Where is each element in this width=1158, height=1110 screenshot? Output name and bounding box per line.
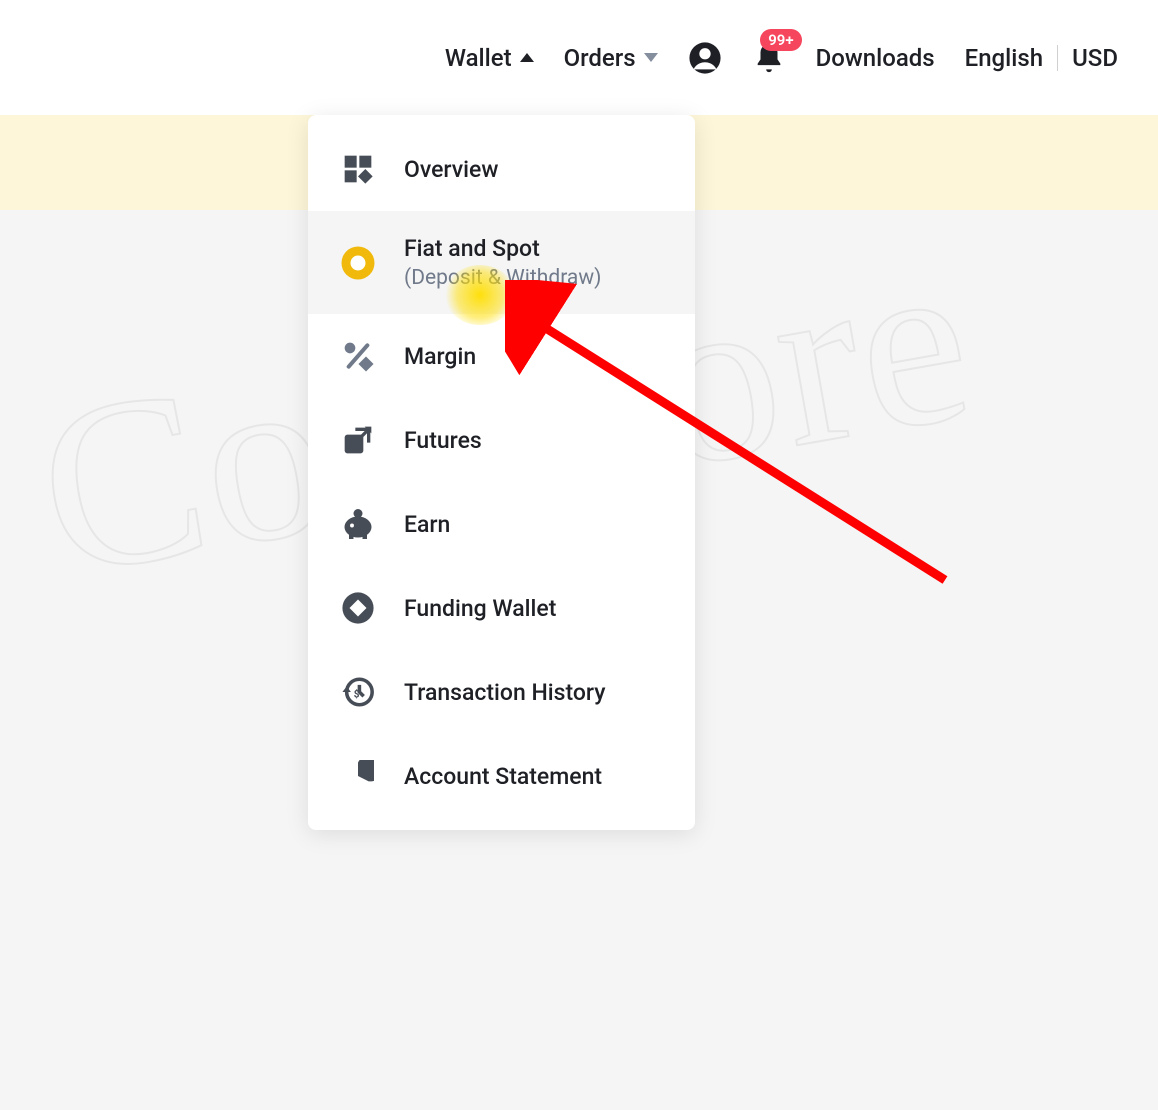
dropdown-item-margin[interactable]: Margin [308,314,695,398]
dropdown-item-statement[interactable]: Account Statement [308,734,695,818]
pie-icon [340,758,376,794]
currency-label: USD [1072,44,1118,72]
wallet-nav[interactable]: Wallet [445,44,534,72]
dropdown-label: Overview [404,156,498,183]
dropdown-item-funding[interactable]: Funding Wallet [308,566,695,650]
notification-badge: 99+ [760,29,801,51]
wallet-label: Wallet [445,44,512,72]
locale-currency[interactable]: English USD [965,44,1118,72]
dropdown-item-history[interactable]: $ Transaction History [308,650,695,734]
notifications-icon[interactable]: 99+ [752,41,786,75]
caret-down-icon [644,53,658,62]
svg-text:$: $ [354,690,360,701]
history-icon: $ [340,674,376,710]
dropdown-item-earn[interactable]: Earn [308,482,695,566]
profile-icon[interactable] [688,41,722,75]
dropdown-label: Fiat and Spot [404,235,601,262]
divider [1057,45,1058,71]
downloads-nav[interactable]: Downloads [816,44,935,72]
percent-icon [340,338,376,374]
header: Wallet Orders 99+ Downloads English USD [0,0,1158,115]
dropdown-item-fiat-spot[interactable]: Fiat and Spot (Deposit & Withdraw) [308,211,695,314]
grid-icon [340,151,376,187]
wallet-dropdown: Overview Fiat and Spot (Deposit & Withdr… [308,115,695,830]
dropdown-label: Earn [404,511,450,538]
dropdown-item-futures[interactable]: Futures [308,398,695,482]
dropdown-label: Margin [404,343,476,370]
orders-nav[interactable]: Orders [564,44,658,72]
piggy-icon [340,506,376,542]
diamond-icon [340,590,376,626]
coin-icon [340,245,376,281]
dropdown-item-overview[interactable]: Overview [308,127,695,211]
caret-up-icon [520,53,534,62]
dropdown-label: Transaction History [404,679,606,706]
language-label: English [965,44,1043,72]
dropdown-label: Futures [404,427,482,454]
downloads-label: Downloads [816,44,935,72]
dropdown-label: Account Statement [404,763,602,790]
futures-icon [340,422,376,458]
orders-label: Orders [564,44,636,72]
dropdown-sublabel: (Deposit & Withdraw) [404,266,601,290]
dropdown-label: Funding Wallet [404,595,556,622]
